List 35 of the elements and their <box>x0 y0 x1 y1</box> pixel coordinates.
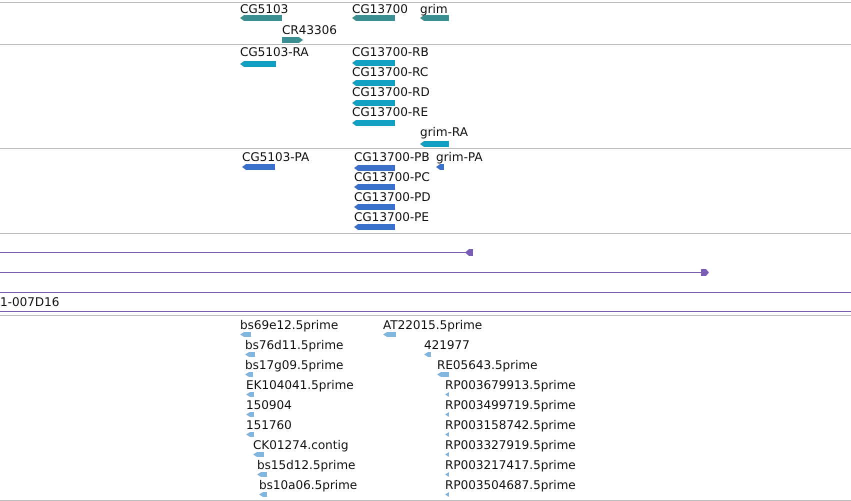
est-label: bs15d12.5prime <box>257 459 356 471</box>
est-label: RP003499719.5prime <box>445 399 576 411</box>
transcript-label: CG5103-RA <box>240 46 309 58</box>
est-label: RE05643.5prime <box>437 359 538 371</box>
est-label: RP003158742.5prime <box>445 419 576 431</box>
est-label: RP003504687.5prime <box>445 479 576 491</box>
protein-label: CG13700-PE <box>354 211 429 223</box>
protein-label: CG13700-PC <box>354 171 430 183</box>
est-label: RP003327919.5prime <box>445 439 576 451</box>
transcript-label: grim-RA <box>420 126 468 138</box>
est-label: EK104041.5prime <box>246 379 354 391</box>
est-label: 150904 <box>246 399 292 411</box>
protein-label: CG5103-PA <box>242 151 310 163</box>
gene-label: CG13700 <box>352 3 408 15</box>
gene-label: CR43306 <box>282 24 337 36</box>
transcript-label: CG13700-RB <box>352 46 429 58</box>
est-label: RP003217417.5prime <box>445 459 576 471</box>
gene-label: grim <box>420 3 448 15</box>
est-label: AT22015.5prime <box>383 319 482 331</box>
transcript-label: CG13700-RE <box>352 106 428 118</box>
est-label: bs69e12.5prime <box>240 319 338 331</box>
est-label: bs17g09.5prime <box>245 359 344 371</box>
est-label: 421977 <box>424 339 470 351</box>
protein-label: CG13700-PD <box>354 191 431 203</box>
protein-label: CG13700-PB <box>354 151 430 163</box>
transcript-label: CG13700-RC <box>352 66 428 78</box>
clone-bar: 1-007D16 <box>0 292 851 312</box>
transcript-label: CG13700-RD <box>352 86 430 98</box>
est-label: 151760 <box>246 419 292 431</box>
gene-label: CG5103 <box>240 3 288 15</box>
protein-label: grim-PA <box>436 151 483 163</box>
est-label: bs76d11.5prime <box>245 339 344 351</box>
est-label: RP003679913.5prime <box>445 379 576 391</box>
est-label: bs10a06.5prime <box>259 479 358 491</box>
est-label: CK01274.contig <box>253 439 348 451</box>
